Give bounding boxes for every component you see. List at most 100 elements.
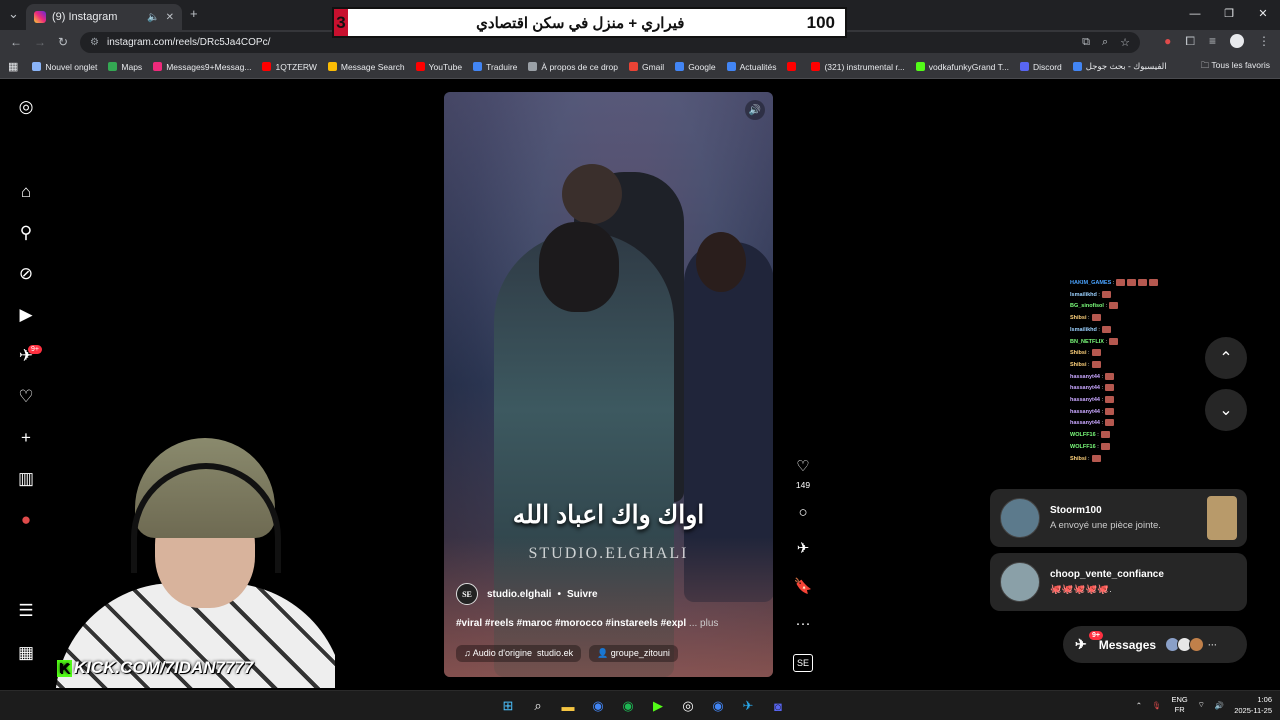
bookmark-item[interactable]: vodkafunkyGrand T... (915, 62, 1009, 72)
bookmark-favicon-icon (1019, 62, 1029, 71)
bookmark-item[interactable]: À propos de ce drop (528, 62, 618, 72)
previous-reel-button[interactable]: ⌃ (1205, 337, 1247, 379)
notification-card[interactable]: Stoorm100 A envoyé une pièce jointe. (990, 489, 1247, 547)
profile-icon[interactable]: ● (16, 510, 36, 530)
forward-icon[interactable]: → (34, 35, 46, 49)
audio-pill[interactable]: ♫ Audio d'origine studio.ek (456, 645, 582, 662)
more-menu-icon[interactable]: ☰ (16, 601, 36, 621)
restore-icon[interactable]: ❐ (1212, 0, 1246, 30)
all-bookmarks[interactable]: 🗀 Tous les favoris (1201, 60, 1270, 74)
notification-card[interactable]: choop_vente_confiance 🐙🐙🐙🐙🐙. (990, 553, 1247, 611)
search-icon[interactable]: ⌕ (527, 695, 549, 717)
volume-icon[interactable]: 🔊 (1215, 701, 1224, 710)
like-heart-icon[interactable]: ♡ (793, 457, 813, 475)
chevron-up-icon: ⌃ (1219, 350, 1233, 367)
messages-badge: 9+ (28, 345, 42, 354)
chat-message: Ismailikhd : (1070, 325, 1158, 337)
tab-instagram[interactable]: (9) Instagram 🔈 ✕ (26, 4, 182, 30)
also-from-meta-icon[interactable]: ▦ (16, 643, 36, 663)
comment-icon[interactable]: ○ (793, 504, 813, 521)
zoom-icon[interactable]: ⌕ (1102, 36, 1108, 49)
speaker-icon[interactable]: 🔈 (147, 12, 159, 23)
bookmark-item[interactable]: Discord (1019, 62, 1062, 72)
spotify-icon[interactable]: ◉ (617, 695, 639, 717)
extension-icon[interactable]: ● (1164, 34, 1171, 49)
send-icon: ✈ (1075, 636, 1087, 652)
more-options-icon[interactable]: ··· (793, 615, 813, 632)
chrome-active-icon[interactable]: ◉ (707, 695, 729, 717)
clock[interactable]: 1:06 2025-11-25 (1234, 694, 1272, 716)
bookmark-item[interactable]: Nouvel onglet (32, 62, 97, 72)
save-bookmark-icon[interactable]: 🔖 (793, 577, 813, 595)
site-info-icon[interactable]: ⚙ (90, 37, 99, 48)
tab-title: (9) Instagram (52, 11, 118, 23)
minimize-icon[interactable]: — (1178, 0, 1212, 30)
microphone-icon[interactable]: 🎙 (1152, 701, 1162, 710)
author-avatar[interactable]: SE (456, 583, 478, 605)
search-icon[interactable]: ⚲ (16, 223, 36, 243)
file-explorer-icon[interactable]: ▬ (557, 695, 579, 717)
telegram-icon[interactable]: ✈ (737, 695, 759, 717)
audio-row: ♫ Audio d'origine studio.ek 👤 groupe_zit… (456, 645, 678, 662)
language-indicator[interactable]: ENG FR (1172, 695, 1188, 715)
reload-icon[interactable]: ↻ (58, 35, 68, 49)
bookmark-item[interactable]: Actualités (726, 62, 776, 72)
messages-button[interactable]: ✈ 9+ Messages ··· (1063, 626, 1247, 663)
more-link[interactable]: ... plus (689, 618, 718, 629)
media-icon[interactable]: ≡ (1209, 34, 1216, 49)
obs-icon[interactable]: ◎ (677, 695, 699, 717)
star-icon[interactable]: ☆ (1120, 36, 1130, 49)
explore-icon[interactable]: ⊘ (16, 264, 36, 284)
new-tab-icon[interactable]: + (190, 6, 198, 21)
home-icon[interactable]: ⌂ (16, 182, 36, 202)
chrome-icon[interactable]: ◉ (587, 695, 609, 717)
cast-icon[interactable]: ⧉ (1082, 36, 1090, 49)
bookmark-item[interactable]: 1QTZERW (262, 62, 317, 72)
audio-thumbnail[interactable]: SE (793, 654, 813, 672)
dashboard-icon[interactable]: ▥ (16, 469, 36, 489)
bookmark-favicon-icon (1072, 62, 1082, 71)
apps-icon[interactable]: ▦ (8, 60, 18, 73)
banner-left-number: 3 (334, 9, 348, 36)
bookmark-favicon-icon (726, 62, 736, 71)
emote-icon (1138, 279, 1148, 287)
bookmark-item[interactable]: Messages9+Messag... (153, 62, 251, 72)
bookmark-item[interactable]: YouTube (415, 62, 462, 72)
bookmark-item[interactable]: Traduire (473, 62, 517, 72)
bookmark-item[interactable]: (321) instrumental r... (811, 62, 905, 72)
share-icon[interactable]: ✈ (793, 539, 813, 557)
collab-pill[interactable]: 👤 groupe_zitouni (589, 645, 678, 662)
tab-list-icon[interactable]: ⌄ (8, 6, 19, 22)
tray-chevron-icon[interactable]: ⌃ (1136, 701, 1142, 710)
follow-button[interactable]: Suivre (567, 589, 598, 600)
chat-message: hassanyt44 : (1070, 407, 1158, 419)
kick-app-icon[interactable]: ▶ (647, 695, 669, 717)
reels-icon[interactable]: ▶ (16, 305, 36, 325)
back-icon[interactable]: ← (10, 35, 22, 49)
bookmark-item[interactable] (787, 62, 800, 71)
menu-icon[interactable]: ⋮ (1258, 34, 1270, 49)
bookmark-item[interactable]: الفيسبوك - بحث جوجل (1072, 61, 1167, 72)
wifi-icon[interactable]: ⌔ (1198, 700, 1205, 710)
close-tab-icon[interactable]: ✕ (166, 12, 174, 23)
chat-username: hassanyt44 (1070, 408, 1100, 415)
bookmark-item[interactable]: Google (675, 62, 716, 72)
reel-description[interactable]: #viral #reels #maroc #morocco #instareel… (456, 618, 726, 629)
bookmark-item[interactable]: Message Search (327, 62, 405, 72)
extensions-puzzle-icon[interactable]: ⧠ (1185, 34, 1195, 49)
bookmark-item[interactable]: Maps (108, 62, 142, 72)
close-window-icon[interactable]: ✕ (1246, 0, 1280, 30)
messages-avatars (1165, 637, 1205, 652)
mute-toggle-icon[interactable]: 🔊 (745, 100, 765, 120)
discord-icon[interactable]: ◙ (767, 695, 789, 717)
author-username[interactable]: studio.elghali (487, 589, 551, 600)
emote-icon (1105, 396, 1115, 404)
instagram-logo-icon[interactable]: ◎ (16, 97, 36, 117)
create-icon[interactable]: + (16, 428, 36, 448)
notifications-heart-icon[interactable]: ♡ (16, 387, 36, 407)
windows-start-icon[interactable]: ⊞ (497, 695, 519, 717)
profile-avatar[interactable] (1230, 34, 1244, 48)
bookmark-item[interactable]: Gmail (628, 62, 664, 72)
next-reel-button[interactable]: ⌄ (1205, 389, 1247, 431)
chat-message: hassanyt44 : (1070, 372, 1158, 384)
